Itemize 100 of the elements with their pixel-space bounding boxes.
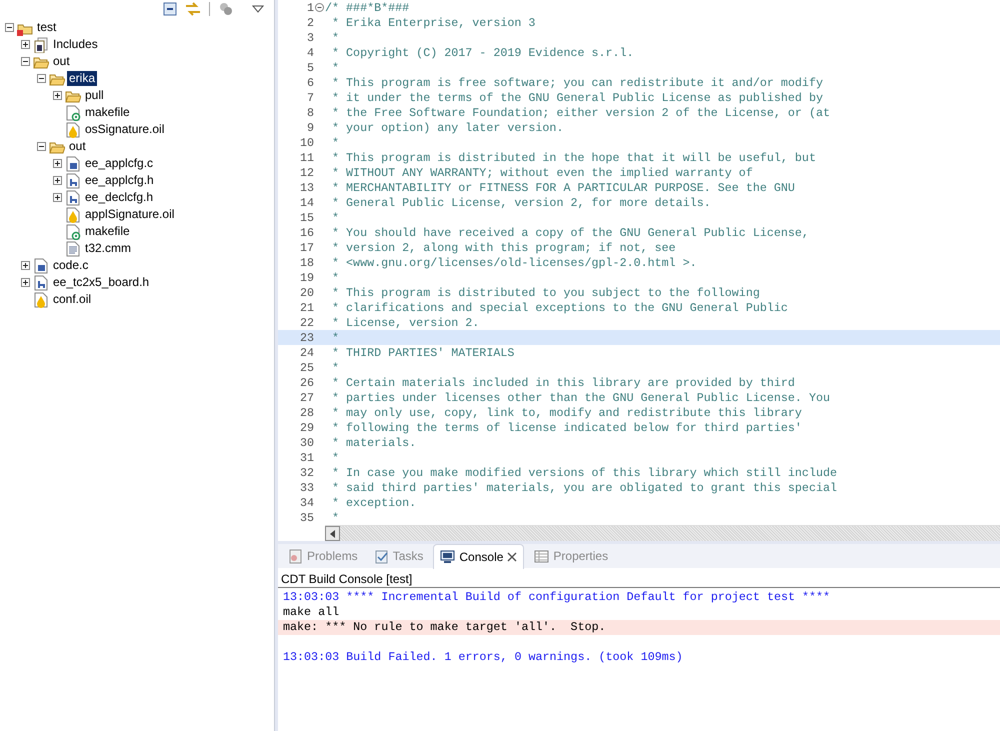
tree-item[interactable]: out	[51, 54, 72, 69]
left-arrow-icon[interactable]	[330, 530, 336, 538]
tree-item[interactable]: applSignature.oil	[83, 207, 176, 222]
code-line: *	[331, 30, 340, 44]
header-library-icon	[33, 36, 49, 52]
code-line: *	[331, 360, 340, 374]
clipboard-check-icon	[374, 548, 389, 564]
collapse-toggle[interactable]	[36, 141, 47, 152]
view-menu-icon[interactable]	[252, 4, 264, 12]
console-line: 13:03:03 **** Incremental Build of configuration Default for project test ****	[282, 590, 832, 605]
code-line: *	[331, 210, 340, 224]
code-line: *	[331, 270, 340, 284]
code-line: * parties under licenses other than the GNU General Public License. You	[331, 390, 830, 404]
expand-toggle[interactable]	[52, 175, 63, 186]
tree-item[interactable]: Includes	[51, 37, 100, 52]
tree-item[interactable]: ee_applcfg.h	[83, 173, 156, 188]
h-file-icon	[65, 190, 81, 206]
line-number: 27	[298, 390, 314, 404]
scroll-left-button[interactable]	[325, 526, 340, 541]
problems-icon	[288, 548, 303, 564]
c-file-icon	[65, 156, 81, 172]
code-line: * may only use, copy, link to, modify and redistribute this library	[331, 406, 802, 420]
code-line: * WITHOUT ANY WARRANTY; without even the implied warranty of	[331, 166, 753, 180]
console-line: make all	[282, 605, 340, 620]
table-icon	[534, 548, 550, 564]
line-number: 30	[298, 436, 314, 450]
line-number: 9	[306, 120, 314, 134]
tree-item[interactable]: conf.oil	[51, 292, 94, 307]
line-number: 18	[298, 256, 314, 270]
makefile-icon	[65, 224, 81, 240]
code-line: *	[331, 60, 340, 74]
code-line: * This program is distributed to you subject to the following	[331, 286, 760, 300]
tree-item[interactable]: out	[67, 139, 88, 154]
line-number: 5	[306, 60, 314, 74]
line-number: 33	[298, 480, 314, 494]
line-number: 25	[298, 360, 314, 374]
expand-toggle[interactable]	[52, 90, 63, 101]
text-file-icon	[65, 240, 81, 256]
line-number: 22	[298, 316, 314, 330]
line-number: 13	[298, 180, 314, 194]
tree-item[interactable]: erika	[67, 71, 98, 86]
code-line: * the Free Software Foundation; either version 2 of the License, or (at	[331, 106, 830, 120]
code-line: * You should have received a copy of the GNU General Public License,	[331, 226, 809, 240]
expand-toggle[interactable]	[20, 277, 31, 288]
makefile-icon	[65, 104, 81, 120]
code-line: /* ###*B*###	[325, 0, 410, 14]
code-line: *	[331, 136, 340, 150]
code-line: * In case you make modified versions of this library which still include	[331, 466, 837, 480]
code-line: * MERCHANTABILITY or FITNESS FOR A PARTICULAR PURPOSE. See the GNU	[331, 180, 795, 194]
code-line: * Copyright (C) 2017 - 2019 Evidence s.r.l.	[331, 46, 634, 60]
code-line: * <www.gnu.org/licenses/old-licenses/gpl-2.0.html >.	[331, 256, 697, 270]
c-file-icon	[33, 258, 49, 274]
tree-item[interactable]: ee_declcfg.h	[83, 190, 156, 205]
tree-item[interactable]: pull	[83, 88, 106, 103]
tree-item[interactable]: osSignature.oil	[83, 122, 166, 137]
tree-item[interactable]: test	[35, 20, 58, 35]
line-number: 32	[298, 466, 314, 480]
expand-toggle[interactable]	[20, 39, 31, 50]
line-number: 29	[298, 420, 314, 434]
code-line: *	[331, 330, 340, 344]
code-line: * THIRD PARTIES' MATERIALS	[331, 346, 514, 360]
expand-toggle[interactable]	[20, 260, 31, 271]
expand-toggle[interactable]	[52, 192, 63, 203]
line-number: 20	[298, 286, 314, 300]
collapse-toggle[interactable]	[36, 73, 47, 84]
code-line: * it under the terms of the GNU General Public License as published by	[331, 90, 823, 104]
close-icon[interactable]	[507, 552, 518, 562]
line-number: 2	[306, 16, 314, 30]
tree-item[interactable]: makefile	[83, 105, 132, 120]
line-number: 11	[298, 150, 314, 164]
panel-tab[interactable]: Console	[433, 544, 524, 568]
code-line: *	[331, 510, 340, 524]
h-file-icon	[33, 274, 49, 290]
tree-item[interactable]: ee_tc2x5_board.h	[51, 275, 152, 290]
collapse-all-icon[interactable]	[163, 2, 177, 16]
code-line: * your option) any later version.	[331, 120, 564, 134]
line-number: 21	[298, 300, 314, 314]
line-number: 35	[298, 510, 314, 524]
oil-drop-icon	[65, 206, 81, 222]
line-number: 10	[298, 136, 314, 150]
collapse-toggle[interactable]	[4, 22, 15, 33]
code-line: * General Public License, version 2, for more details.	[331, 196, 711, 210]
code-line: * Certain materials included in this library are provided by third	[331, 376, 795, 390]
code-line: * clarifications and special exceptions to the GNU General Public	[331, 300, 788, 314]
code-line: * License, version 2.	[331, 316, 480, 330]
oil-drop-icon	[33, 292, 49, 308]
tree-item[interactable]: code.c	[51, 258, 90, 273]
code-line: * This program is distributed in the hope that it will be useful, but	[331, 150, 816, 164]
line-number: 26	[298, 376, 314, 390]
line-number: 3	[306, 30, 314, 44]
fold-icon[interactable]	[315, 3, 324, 12]
code-line: * This program is free software; you can redistribute it and/or modify	[331, 76, 823, 90]
tree-item[interactable]: ee_applcfg.c	[83, 156, 156, 171]
tree-item[interactable]: t32.cmm	[83, 241, 134, 256]
expand-toggle[interactable]	[52, 158, 63, 169]
tree-item[interactable]: makefile	[83, 224, 132, 239]
line-number: 19	[298, 270, 314, 284]
collapse-toggle[interactable]	[20, 56, 31, 67]
line-number: 23	[298, 330, 314, 344]
oil-drop-icon	[65, 122, 81, 138]
